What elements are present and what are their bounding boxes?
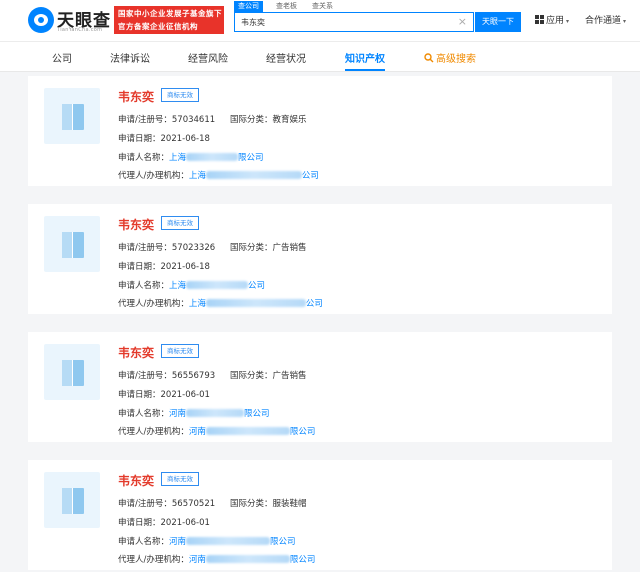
category-nav: 公司 法律诉讼 经营风险 经营状况 知识产权 高级搜索: [0, 42, 640, 72]
logo-subtitle: TianYanCha.com: [57, 27, 103, 33]
applicant-link[interactable]: 上海 公司: [169, 281, 265, 291]
search-icon: [424, 53, 434, 63]
book-icon: [62, 104, 84, 130]
apps-menu-label: 应用: [546, 16, 565, 26]
applicant-link[interactable]: 河南 限公司: [169, 409, 270, 419]
agent-row: 代理人/办理机构：河南 限公司: [118, 427, 316, 437]
nav-tab-advanced-search[interactable]: 高级搜索: [424, 50, 476, 65]
intl-class-row: 国际分类：广告销售: [230, 371, 307, 381]
official-banner[interactable]: 国家中小企业发展子基金旗下 官方备案企业征信机构: [114, 6, 224, 34]
banner-line-1: 国家中小企业发展子基金旗下: [118, 9, 222, 18]
agent-row: 代理人/办理机构：河南 限公司: [118, 555, 316, 565]
logo-eye-icon: [28, 7, 54, 33]
reg-no-row: 申请/注册号：56556793: [118, 371, 216, 381]
nav-tab-company[interactable]: 公司: [52, 50, 72, 65]
search-input[interactable]: 韦东奕 ×: [234, 12, 474, 32]
intl-class-value: 教育娱乐: [272, 115, 307, 125]
app-date-row: 申请日期：2021-06-01: [118, 390, 210, 400]
banner-line-2: 官方备案企业征信机构: [118, 22, 198, 31]
applicant-link[interactable]: 河南 限公司: [169, 537, 296, 547]
app-date-value: 2021-06-18: [160, 134, 210, 144]
intl-class-value: 服装鞋帽: [272, 499, 307, 509]
app-date-row: 申请日期：2021-06-18: [118, 262, 210, 272]
applicant-row: 申请人名称：上海 限公司: [118, 153, 264, 163]
trademark-card[interactable]: 韦东奕 商标无效 申请/注册号：57023326 国际分类：广告销售 申请日期：…: [28, 204, 612, 314]
reg-no-row: 申请/注册号：57034611: [118, 115, 216, 125]
app-date-value: 2021-06-01: [160, 390, 210, 400]
search-input-value: 韦东奕: [241, 18, 265, 27]
search-tab-boss[interactable]: 查老板: [272, 1, 301, 12]
advanced-search-label: 高级搜索: [436, 54, 476, 65]
agent-link[interactable]: 河南 限公司: [189, 427, 315, 437]
intl-class-value: 广告销售: [272, 371, 307, 381]
agent-row: 代理人/办理机构：上海 公司: [118, 171, 319, 181]
intl-class-row: 国际分类：教育娱乐: [230, 115, 307, 125]
trademark-name[interactable]: 韦东奕: [118, 472, 154, 489]
trademark-thumbnail[interactable]: [44, 472, 100, 528]
search-tab-company[interactable]: 查公司: [234, 1, 263, 12]
applicant-row: 申请人名称：河南 限公司: [118, 409, 270, 419]
partner-menu[interactable]: 合作通道 ▾: [585, 14, 626, 28]
search-tab-relation[interactable]: 查关系: [308, 1, 337, 12]
status-badge: 商标无效: [161, 472, 199, 486]
agent-row: 代理人/办理机构：上海 公司: [118, 299, 323, 309]
chevron-down-icon: ▾: [623, 18, 627, 25]
search-button[interactable]: 天眼一下: [475, 12, 521, 32]
trademark-name[interactable]: 韦东奕: [118, 344, 154, 361]
book-icon: [62, 488, 84, 514]
app-date-row: 申请日期：2021-06-01: [118, 518, 210, 528]
apps-menu[interactable]: 应用 ▾: [535, 14, 569, 28]
agent-link[interactable]: 河南 限公司: [189, 555, 315, 565]
apps-grid-icon: [535, 15, 544, 24]
nav-tab-legal[interactable]: 法律诉讼: [110, 50, 150, 65]
active-tab-indicator: [345, 69, 385, 71]
app-date-row: 申请日期：2021-06-18: [118, 134, 210, 144]
trademark-name[interactable]: 韦东奕: [118, 216, 154, 233]
applicant-row: 申请人名称：上海 公司: [118, 281, 266, 291]
trademark-thumbnail[interactable]: [44, 216, 100, 272]
intl-class-row: 国际分类：广告销售: [230, 243, 307, 253]
reg-no-row: 申请/注册号：56570521: [118, 499, 216, 509]
trademark-name[interactable]: 韦东奕: [118, 88, 154, 105]
intl-class-row: 国际分类：服装鞋帽: [230, 499, 307, 509]
trademark-card[interactable]: 韦东奕 商标无效 申请/注册号：56570521 国际分类：服装鞋帽 申请日期：…: [28, 460, 612, 570]
top-header: 天眼查 TianYanCha.com 国家中小企业发展子基金旗下 官方备案企业征…: [0, 0, 640, 42]
reg-no-value: 56570521: [171, 499, 216, 509]
status-badge: 商标无效: [161, 88, 199, 102]
clear-icon[interactable]: ×: [458, 15, 467, 28]
trademark-thumbnail[interactable]: [44, 344, 100, 400]
status-badge: 商标无效: [161, 216, 199, 230]
nav-tab-ip[interactable]: 知识产权: [345, 50, 385, 65]
book-icon: [62, 232, 84, 258]
trademark-card[interactable]: 韦东奕 商标无效 申请/注册号：56556793 国际分类：广告销售 申请日期：…: [28, 332, 612, 442]
chevron-down-icon: ▾: [566, 18, 570, 25]
site-logo[interactable]: 天眼查 TianYanCha.com: [28, 6, 110, 36]
status-badge: 商标无效: [161, 344, 199, 358]
nav-tab-risk[interactable]: 经营风险: [188, 50, 228, 65]
trademark-thumbnail[interactable]: [44, 88, 100, 144]
agent-link[interactable]: 上海 公司: [189, 299, 323, 309]
nav-tab-operation[interactable]: 经营状况: [266, 50, 306, 65]
reg-no-value: 56556793: [171, 371, 216, 381]
intl-class-value: 广告销售: [272, 243, 307, 253]
agent-link[interactable]: 上海 公司: [189, 171, 319, 181]
book-icon: [62, 360, 84, 386]
applicant-row: 申请人名称：河南 限公司: [118, 537, 296, 547]
reg-no-row: 申请/注册号：57023326: [118, 243, 216, 253]
app-date-value: 2021-06-18: [160, 262, 210, 272]
app-date-value: 2021-06-01: [160, 518, 210, 528]
reg-no-value: 57034611: [171, 115, 216, 125]
partner-menu-label: 合作通道: [585, 16, 622, 26]
reg-no-value: 57023326: [171, 243, 216, 253]
trademark-card[interactable]: 韦东奕 商标无效 申请/注册号：57034611 国际分类：教育娱乐 申请日期：…: [28, 76, 612, 186]
applicant-link[interactable]: 上海 限公司: [169, 153, 264, 163]
